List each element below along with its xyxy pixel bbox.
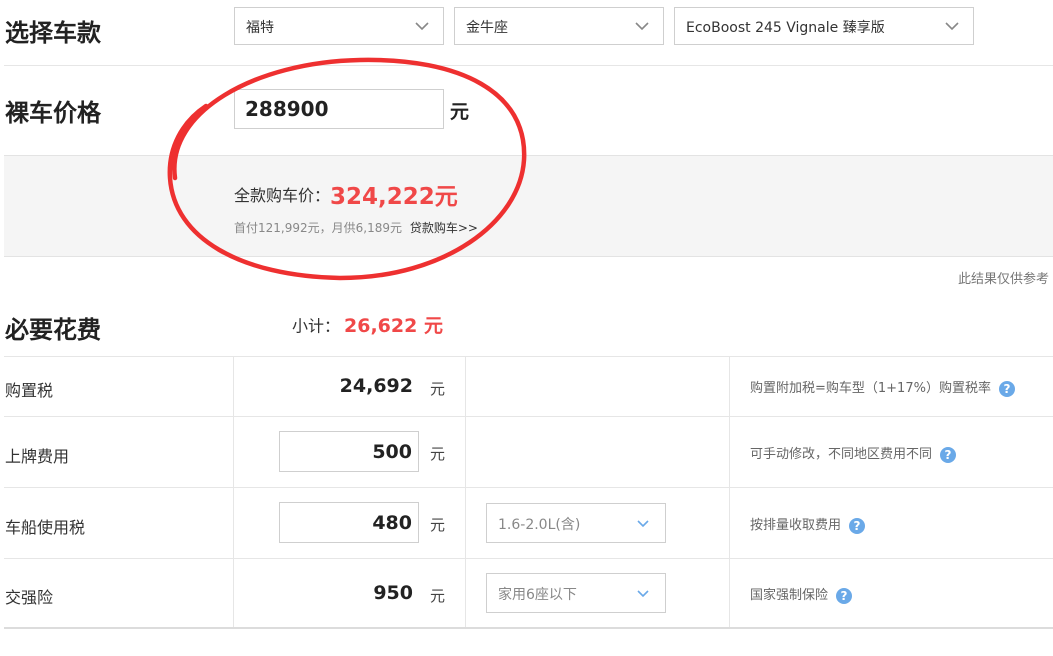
table-column-divider — [233, 356, 234, 627]
subtotal-value: 26,622 元 — [344, 315, 443, 337]
select-car-title: 选择车款 — [5, 19, 101, 47]
vehicle-tax-note: 按排量收取费用? — [750, 514, 866, 534]
question-circle-icon[interactable]: ? — [836, 587, 853, 604]
purchase-tax-unit: 元 — [430, 380, 446, 398]
brand-select-value: 福特 — [246, 20, 274, 36]
chevron-down-icon — [415, 22, 429, 31]
row-label-compulsory-insurance: 交强险 — [5, 588, 54, 607]
question-circle-icon[interactable]: ? — [940, 446, 957, 463]
disclaimer: 此结果仅供参考 — [957, 272, 1049, 287]
subtotal-line: 小计： 26,622 元 — [292, 311, 443, 338]
model-select[interactable]: EcoBoost 245 Vignale 臻享版 — [674, 7, 974, 45]
table-bottom-border — [4, 627, 1053, 629]
registration-fee-unit: 元 — [430, 445, 446, 463]
compulsory-insurance-note: 国家强制保险? — [750, 584, 853, 604]
brand-select[interactable]: 福特 — [234, 7, 444, 45]
row-label-vehicle-tax: 车船使用税 — [5, 518, 86, 537]
chevron-down-icon — [635, 22, 649, 31]
displacement-select[interactable]: 1.6-2.0L(含) — [486, 503, 666, 543]
seat-type-select-value: 家用6座以下 — [498, 587, 577, 603]
registration-fee-note-text: 可手动修改，不同地区费用不同 — [750, 447, 933, 462]
purchase-tax-note: 购置附加税=购车型（1+17%）购置税率? — [750, 377, 1015, 397]
seat-type-select[interactable]: 家用6座以下 — [486, 573, 666, 613]
purchase-tax-note-text: 购置附加税=购车型（1+17%）购置税率 — [750, 381, 991, 396]
bare-price-title: 裸车价格 — [5, 99, 101, 127]
required-cost-title: 必要花费 — [5, 316, 101, 344]
chevron-down-icon — [637, 520, 649, 528]
compulsory-insurance-unit: 元 — [430, 587, 446, 605]
row-label-purchase-tax: 购置税 — [5, 381, 54, 400]
question-circle-icon[interactable]: ? — [998, 380, 1015, 397]
purchase-tax-value: 24,692 — [339, 375, 413, 397]
table-divider — [4, 487, 1053, 488]
table-column-divider — [465, 356, 466, 627]
compulsory-insurance-note-text: 国家强制保险 — [750, 588, 829, 603]
table-divider — [4, 416, 1053, 417]
row-label-registration-fee: 上牌费用 — [5, 447, 70, 466]
vehicle-tax-unit: 元 — [430, 516, 446, 534]
model-select-value: EcoBoost 245 Vignale 臻享版 — [686, 20, 885, 36]
registration-fee-note: 可手动修改，不同地区费用不同? — [750, 443, 957, 463]
question-circle-icon[interactable]: ? — [849, 517, 866, 534]
table-divider — [4, 356, 1053, 357]
series-select[interactable]: 金牛座 — [454, 7, 664, 45]
table-divider — [4, 558, 1053, 559]
registration-fee-input[interactable] — [279, 431, 419, 472]
vehicle-tax-note-text: 按排量收取费用 — [750, 518, 842, 533]
displacement-select-value: 1.6-2.0L(含) — [498, 517, 581, 533]
compulsory-insurance-value: 950 — [373, 582, 413, 604]
series-select-value: 金牛座 — [466, 20, 508, 36]
chevron-down-icon — [945, 22, 959, 31]
annotation-circle — [167, 57, 527, 281]
chevron-down-icon — [637, 590, 649, 598]
vehicle-tax-input[interactable] — [279, 502, 419, 543]
table-column-divider — [729, 356, 730, 627]
subtotal-label: 小计： — [292, 316, 341, 336]
